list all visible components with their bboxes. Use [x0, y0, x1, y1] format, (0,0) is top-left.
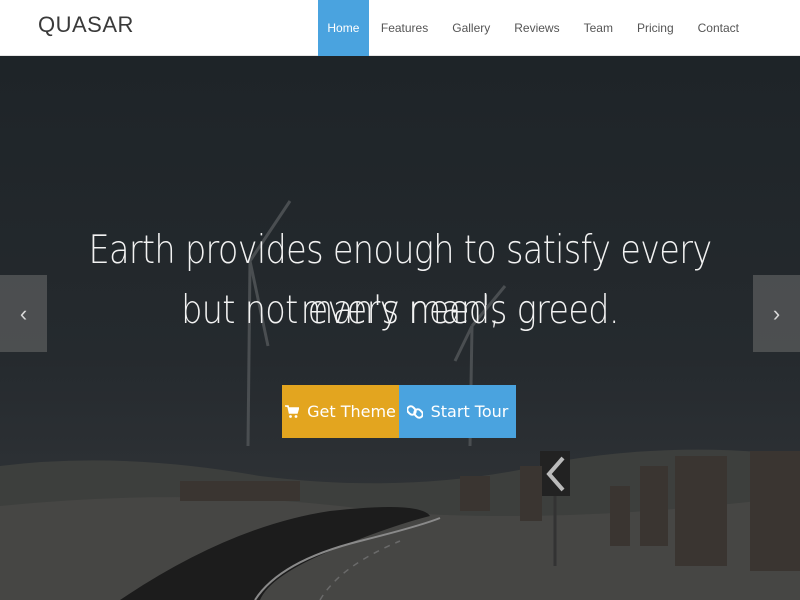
start-tour-label: Start Tour [430, 402, 509, 421]
hero-slider: Earth provides enough to satisfy every m… [0, 56, 800, 600]
get-theme-label: Get Theme [307, 402, 396, 421]
slider-prev-button[interactable]: ‹ [0, 275, 47, 352]
nav-item-home[interactable]: Home [317, 0, 369, 56]
nav-item-reviews[interactable]: Reviews [502, 0, 571, 56]
start-tour-button[interactable]: Start Tour [399, 385, 516, 438]
brand-logo[interactable]: QUASAR [38, 12, 134, 38]
cart-icon [285, 404, 300, 419]
nav-item-gallery[interactable]: Gallery [440, 0, 502, 56]
nav-item-features[interactable]: Features [369, 0, 440, 56]
get-theme-button[interactable]: Get Theme [282, 385, 399, 438]
chevron-left-icon: ‹ [19, 300, 28, 326]
link-icon [406, 404, 423, 420]
nav-item-team[interactable]: Team [572, 0, 625, 56]
slider-next-button[interactable]: › [753, 275, 800, 352]
hero-headline-line2: but not every man's greed. [181, 288, 619, 333]
main-nav: Home Features Gallery Reviews Team Prici… [317, 0, 751, 56]
chevron-right-icon: › [772, 300, 781, 326]
navbar: QUASAR Home Features Gallery Reviews Tea… [0, 0, 800, 56]
nav-item-contact[interactable]: Contact [686, 0, 751, 56]
nav-item-pricing[interactable]: Pricing [625, 0, 686, 56]
